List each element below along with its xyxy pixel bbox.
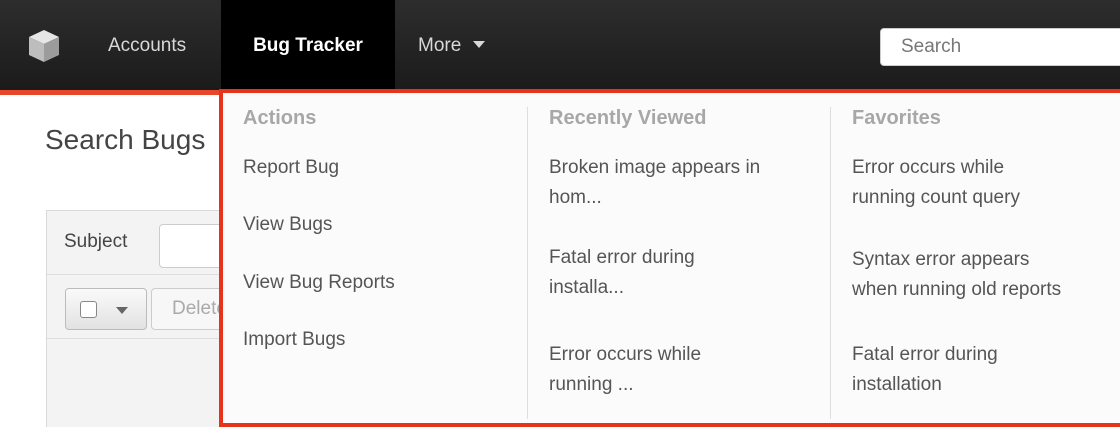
favorites-heading: Favorites bbox=[852, 107, 941, 129]
favorite-item[interactable]: Syntax error appears when running old re… bbox=[852, 245, 1120, 305]
recent-item-line1: Broken image appears in bbox=[549, 157, 761, 178]
favorite-item-line1: Syntax error appears bbox=[852, 249, 1030, 270]
recently-viewed-column: Recently Viewed Broken image appears in … bbox=[528, 93, 831, 427]
top-navbar: Accounts Bug Tracker More bbox=[0, 0, 1120, 90]
nav-bug-tracker[interactable]: Bug Tracker bbox=[221, 0, 395, 90]
view-bugs-link[interactable]: View Bugs bbox=[243, 210, 332, 240]
favorite-item[interactable]: Error occurs while running count query bbox=[852, 153, 1120, 213]
bug-tracker-dropdown-menu: Actions Report Bug View Bugs View Bug Re… bbox=[219, 89, 1120, 427]
recent-item-line2: installa... bbox=[549, 277, 624, 298]
favorite-item-line2: installation bbox=[852, 374, 942, 395]
action-bar: Delete bbox=[47, 275, 261, 339]
favorite-item-line2: when running old reports bbox=[852, 279, 1062, 300]
favorite-item-line1: Error occurs while bbox=[852, 157, 1005, 178]
subject-label: Subject bbox=[64, 231, 128, 252]
recent-item[interactable]: Fatal error during installa... bbox=[549, 243, 829, 303]
report-bug-link[interactable]: Report Bug bbox=[243, 153, 339, 183]
recent-item[interactable]: Error occurs while running ... bbox=[549, 340, 829, 400]
page-title: Search Bugs bbox=[45, 124, 206, 155]
recent-item-line1: Fatal error during bbox=[549, 247, 695, 268]
recent-item-line1: Error occurs while bbox=[549, 344, 702, 365]
favorite-item-line2: running count query bbox=[852, 187, 1020, 208]
nav-more[interactable]: More bbox=[418, 0, 486, 90]
recent-item-line2: hom... bbox=[549, 187, 602, 208]
favorites-column: Favorites Error occurs while running cou… bbox=[831, 93, 1120, 427]
nav-accounts[interactable]: Accounts bbox=[108, 0, 186, 90]
recent-item-line2: running ... bbox=[549, 374, 634, 395]
view-bug-reports-link[interactable]: View Bug Reports bbox=[243, 268, 395, 298]
checkbox-icon bbox=[80, 301, 97, 318]
nav-more-label: More bbox=[418, 35, 462, 56]
caret-down-icon bbox=[116, 307, 128, 314]
filter-bar: Subject bbox=[47, 211, 247, 275]
caret-down-icon bbox=[473, 41, 486, 49]
select-all-dropdown[interactable] bbox=[65, 288, 147, 330]
actions-column: Actions Report Bug View Bugs View Bug Re… bbox=[223, 93, 528, 427]
recently-viewed-heading: Recently Viewed bbox=[549, 107, 707, 129]
recent-item[interactable]: Broken image appears in hom... bbox=[549, 153, 829, 213]
filter-panel: Subject Delete bbox=[46, 210, 261, 427]
search-input[interactable] bbox=[880, 28, 1120, 66]
cube-logo-icon[interactable] bbox=[27, 28, 61, 64]
actions-heading: Actions bbox=[243, 107, 317, 129]
favorite-item[interactable]: Fatal error during installation bbox=[852, 340, 1120, 400]
import-bugs-link[interactable]: Import Bugs bbox=[243, 325, 345, 355]
favorite-item-line1: Fatal error during bbox=[852, 344, 998, 365]
